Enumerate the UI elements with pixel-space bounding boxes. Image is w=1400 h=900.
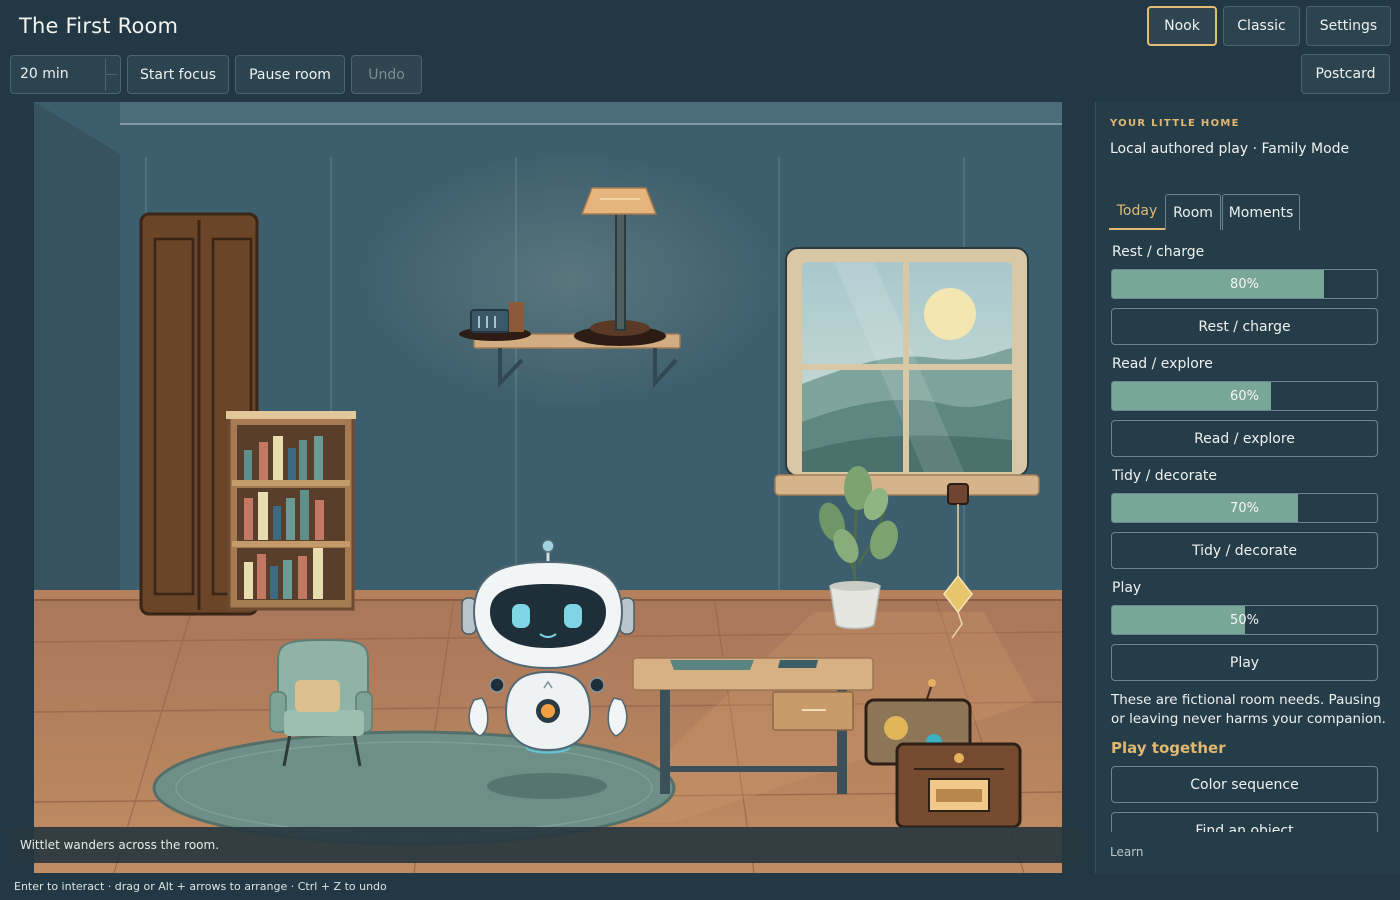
start-focus-button[interactable]: Start focus	[127, 55, 229, 94]
need-bar-tidy: 70%	[1111, 493, 1378, 523]
play-button[interactable]: Play	[1111, 644, 1378, 681]
room-illustration	[34, 102, 1062, 873]
window[interactable]	[774, 247, 1040, 505]
need-bar-value: 50%	[1230, 613, 1259, 628]
need-bar-play: 50%	[1111, 605, 1378, 635]
need-bar-value: 80%	[1230, 277, 1259, 292]
needs-note: These are fictional room needs. Pausing …	[1111, 692, 1386, 727]
read-explore-button[interactable]: Read / explore	[1111, 420, 1378, 457]
need-label-read: Read / explore	[1112, 356, 1213, 372]
duration-spinner[interactable]	[105, 58, 117, 91]
need-label-rest: Rest / charge	[1112, 244, 1205, 260]
tidy-decorate-button[interactable]: Tidy / decorate	[1111, 532, 1378, 569]
need-label-tidy: Tidy / decorate	[1112, 468, 1217, 484]
side-panel: YOUR LITTLE HOME Local authored play · F…	[1095, 102, 1400, 873]
pause-room-button[interactable]: Pause room	[235, 55, 345, 94]
need-bar-read: 60%	[1111, 381, 1378, 411]
app-title: The First Room	[19, 14, 179, 38]
panel-kicker: YOUR LITTLE HOME	[1110, 118, 1240, 129]
play-list-scroll[interactable]: Color sequence Find an object	[1096, 762, 1400, 832]
bookshelf[interactable]	[226, 411, 356, 611]
mode-classic-button[interactable]: Classic	[1223, 6, 1300, 46]
radio-large[interactable]	[895, 742, 1022, 829]
undo-button[interactable]: Undo	[351, 55, 422, 94]
status-toast: Wittlet wanders across the room.	[10, 827, 1085, 863]
need-bar-value: 70%	[1230, 501, 1259, 516]
postcard-button[interactable]: Postcard	[1301, 54, 1390, 94]
need-bar-rest: 80%	[1111, 269, 1378, 299]
room-scene[interactable]	[34, 102, 1062, 873]
play-together-heading: Play together	[1111, 739, 1226, 757]
color-sequence-button[interactable]: Color sequence	[1111, 766, 1378, 803]
focus-duration-input[interactable]: 20 min	[10, 55, 121, 94]
rest-charge-button[interactable]: Rest / charge	[1111, 308, 1378, 345]
focus-duration-value: 20 min	[20, 66, 69, 82]
tab-today[interactable]: Today	[1109, 194, 1165, 230]
need-bar-value: 60%	[1230, 389, 1259, 404]
tab-room[interactable]: Room	[1165, 194, 1221, 230]
mode-nook-button[interactable]: Nook	[1147, 6, 1217, 46]
panel-subtitle: Local authored play · Family Mode	[1110, 141, 1350, 157]
settings-button[interactable]: Settings	[1306, 6, 1391, 46]
keyboard-hint: Enter to interact · drag or Alt + arrows…	[14, 880, 387, 893]
need-label-play: Play	[1112, 580, 1142, 596]
learn-link[interactable]: Learn	[1110, 845, 1144, 859]
find-object-button[interactable]: Find an object	[1111, 812, 1378, 832]
tab-moments[interactable]: Moments	[1222, 194, 1300, 230]
